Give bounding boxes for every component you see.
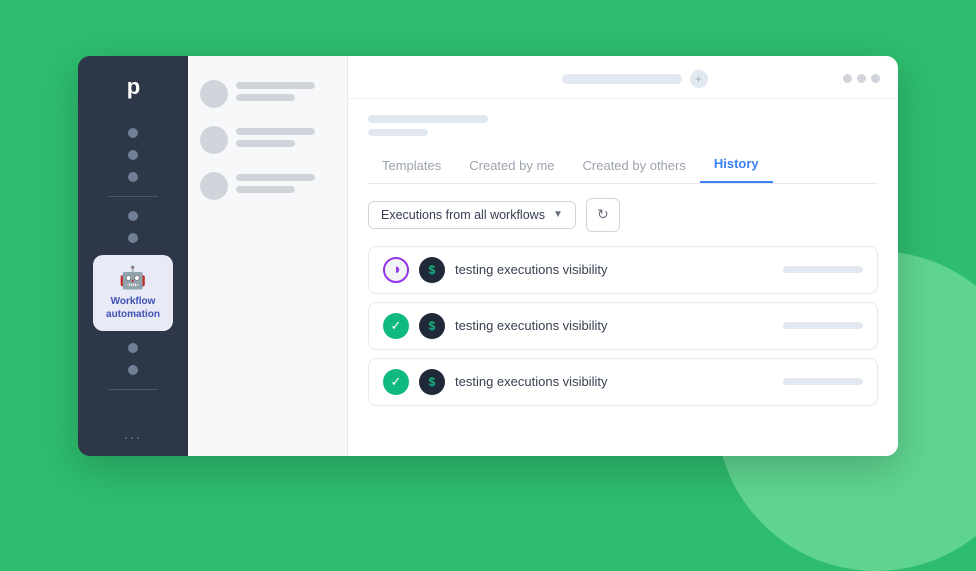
service-icon-2: $ <box>419 313 445 339</box>
left-panel <box>188 56 348 456</box>
add-tab-button[interactable]: + <box>690 70 708 88</box>
text-line <box>236 82 315 89</box>
sidebar-item-workflow-automation[interactable]: 🤖 Workflowautomation <box>93 255 173 331</box>
execution-name-3: testing executions visibility <box>455 374 773 389</box>
sidebar-nav-dot-6[interactable] <box>128 343 138 353</box>
left-panel-text-1 <box>236 82 335 106</box>
checkmark-icon: ✓ <box>391 318 402 334</box>
avatar-2 <box>200 126 228 154</box>
left-panel-item-1[interactable] <box>200 80 335 108</box>
sidebar-nav-dot-3[interactable] <box>128 172 138 182</box>
execution-meta-2 <box>783 322 863 329</box>
refresh-button[interactable]: ↻ <box>586 198 620 232</box>
tabs-bar: Templates Created by me Created by other… <box>368 150 878 184</box>
left-panel-item-3[interactable] <box>200 172 335 200</box>
window-dot-1 <box>843 74 852 83</box>
top-bar: + <box>348 56 898 99</box>
chevron-down-icon: ▼ <box>553 209 563 220</box>
avatar-1 <box>200 80 228 108</box>
status-success-icon-3: ✓ <box>383 369 409 395</box>
left-panel-text-2 <box>236 128 335 152</box>
main-panel: + Templates Created by me Created by oth… <box>348 56 898 456</box>
execution-row-3[interactable]: ✓ $ testing executions visibility <box>368 358 878 406</box>
service-icon-3: $ <box>419 369 445 395</box>
execution-row-1[interactable]: ◑ $ testing executions visibility <box>368 246 878 294</box>
left-panel-text-3 <box>236 174 335 198</box>
top-bar-title-placeholder <box>562 74 682 84</box>
service-icon-1: $ <box>419 257 445 283</box>
sidebar-more-menu[interactable]: ... <box>124 426 142 442</box>
top-bar-center: + <box>562 70 708 88</box>
sidebar-nav-dot-7[interactable] <box>128 365 138 375</box>
tab-history[interactable]: History <box>700 150 773 183</box>
window-controls <box>843 74 880 83</box>
breadcrumb-sub-line <box>368 129 428 136</box>
robot-icon: 🤖 <box>119 265 146 291</box>
execution-list: ◑ $ testing executions visibility ✓ $ te… <box>368 246 878 406</box>
status-success-icon-2: ✓ <box>383 313 409 339</box>
execution-name-1: testing executions visibility <box>455 262 773 277</box>
text-line <box>236 174 315 181</box>
running-indicator: ◑ <box>391 261 400 278</box>
text-line <box>236 140 295 147</box>
app-logo: p <box>127 74 139 100</box>
execution-meta-1 <box>783 266 863 273</box>
text-line <box>236 94 295 101</box>
execution-row-2[interactable]: ✓ $ testing executions visibility <box>368 302 878 350</box>
window-dot-3 <box>871 74 880 83</box>
text-line <box>236 128 315 135</box>
sidebar-nav-dot-5[interactable] <box>128 233 138 243</box>
window-dot-2 <box>857 74 866 83</box>
sidebar-divider-2 <box>108 389 158 390</box>
tab-templates[interactable]: Templates <box>368 152 455 183</box>
status-running-icon: ◑ <box>383 257 409 283</box>
breadcrumb-line <box>368 115 488 123</box>
workflow-filter-select[interactable]: Executions from all workflows ▼ <box>368 201 576 229</box>
content-area: Templates Created by me Created by other… <box>348 99 898 456</box>
left-panel-item-2[interactable] <box>200 126 335 154</box>
text-line <box>236 186 295 193</box>
sidebar: p 🤖 Workflowautomation ... <box>78 56 188 456</box>
avatar-3 <box>200 172 228 200</box>
sidebar-nav-dot-1[interactable] <box>128 128 138 138</box>
execution-name-2: testing executions visibility <box>455 318 773 333</box>
sidebar-divider-1 <box>108 196 158 197</box>
filter-row: Executions from all workflows ▼ ↻ <box>368 198 878 232</box>
sidebar-item-label: Workflowautomation <box>106 295 160 321</box>
checkmark-icon: ✓ <box>391 374 402 390</box>
sidebar-nav-dot-2[interactable] <box>128 150 138 160</box>
execution-meta-3 <box>783 378 863 385</box>
filter-label: Executions from all workflows <box>381 208 545 222</box>
sidebar-nav-dot-4[interactable] <box>128 211 138 221</box>
tab-created-by-me[interactable]: Created by me <box>455 152 568 183</box>
tab-created-by-others[interactable]: Created by others <box>569 152 700 183</box>
app-window: p 🤖 Workflowautomation ... <box>78 56 898 456</box>
